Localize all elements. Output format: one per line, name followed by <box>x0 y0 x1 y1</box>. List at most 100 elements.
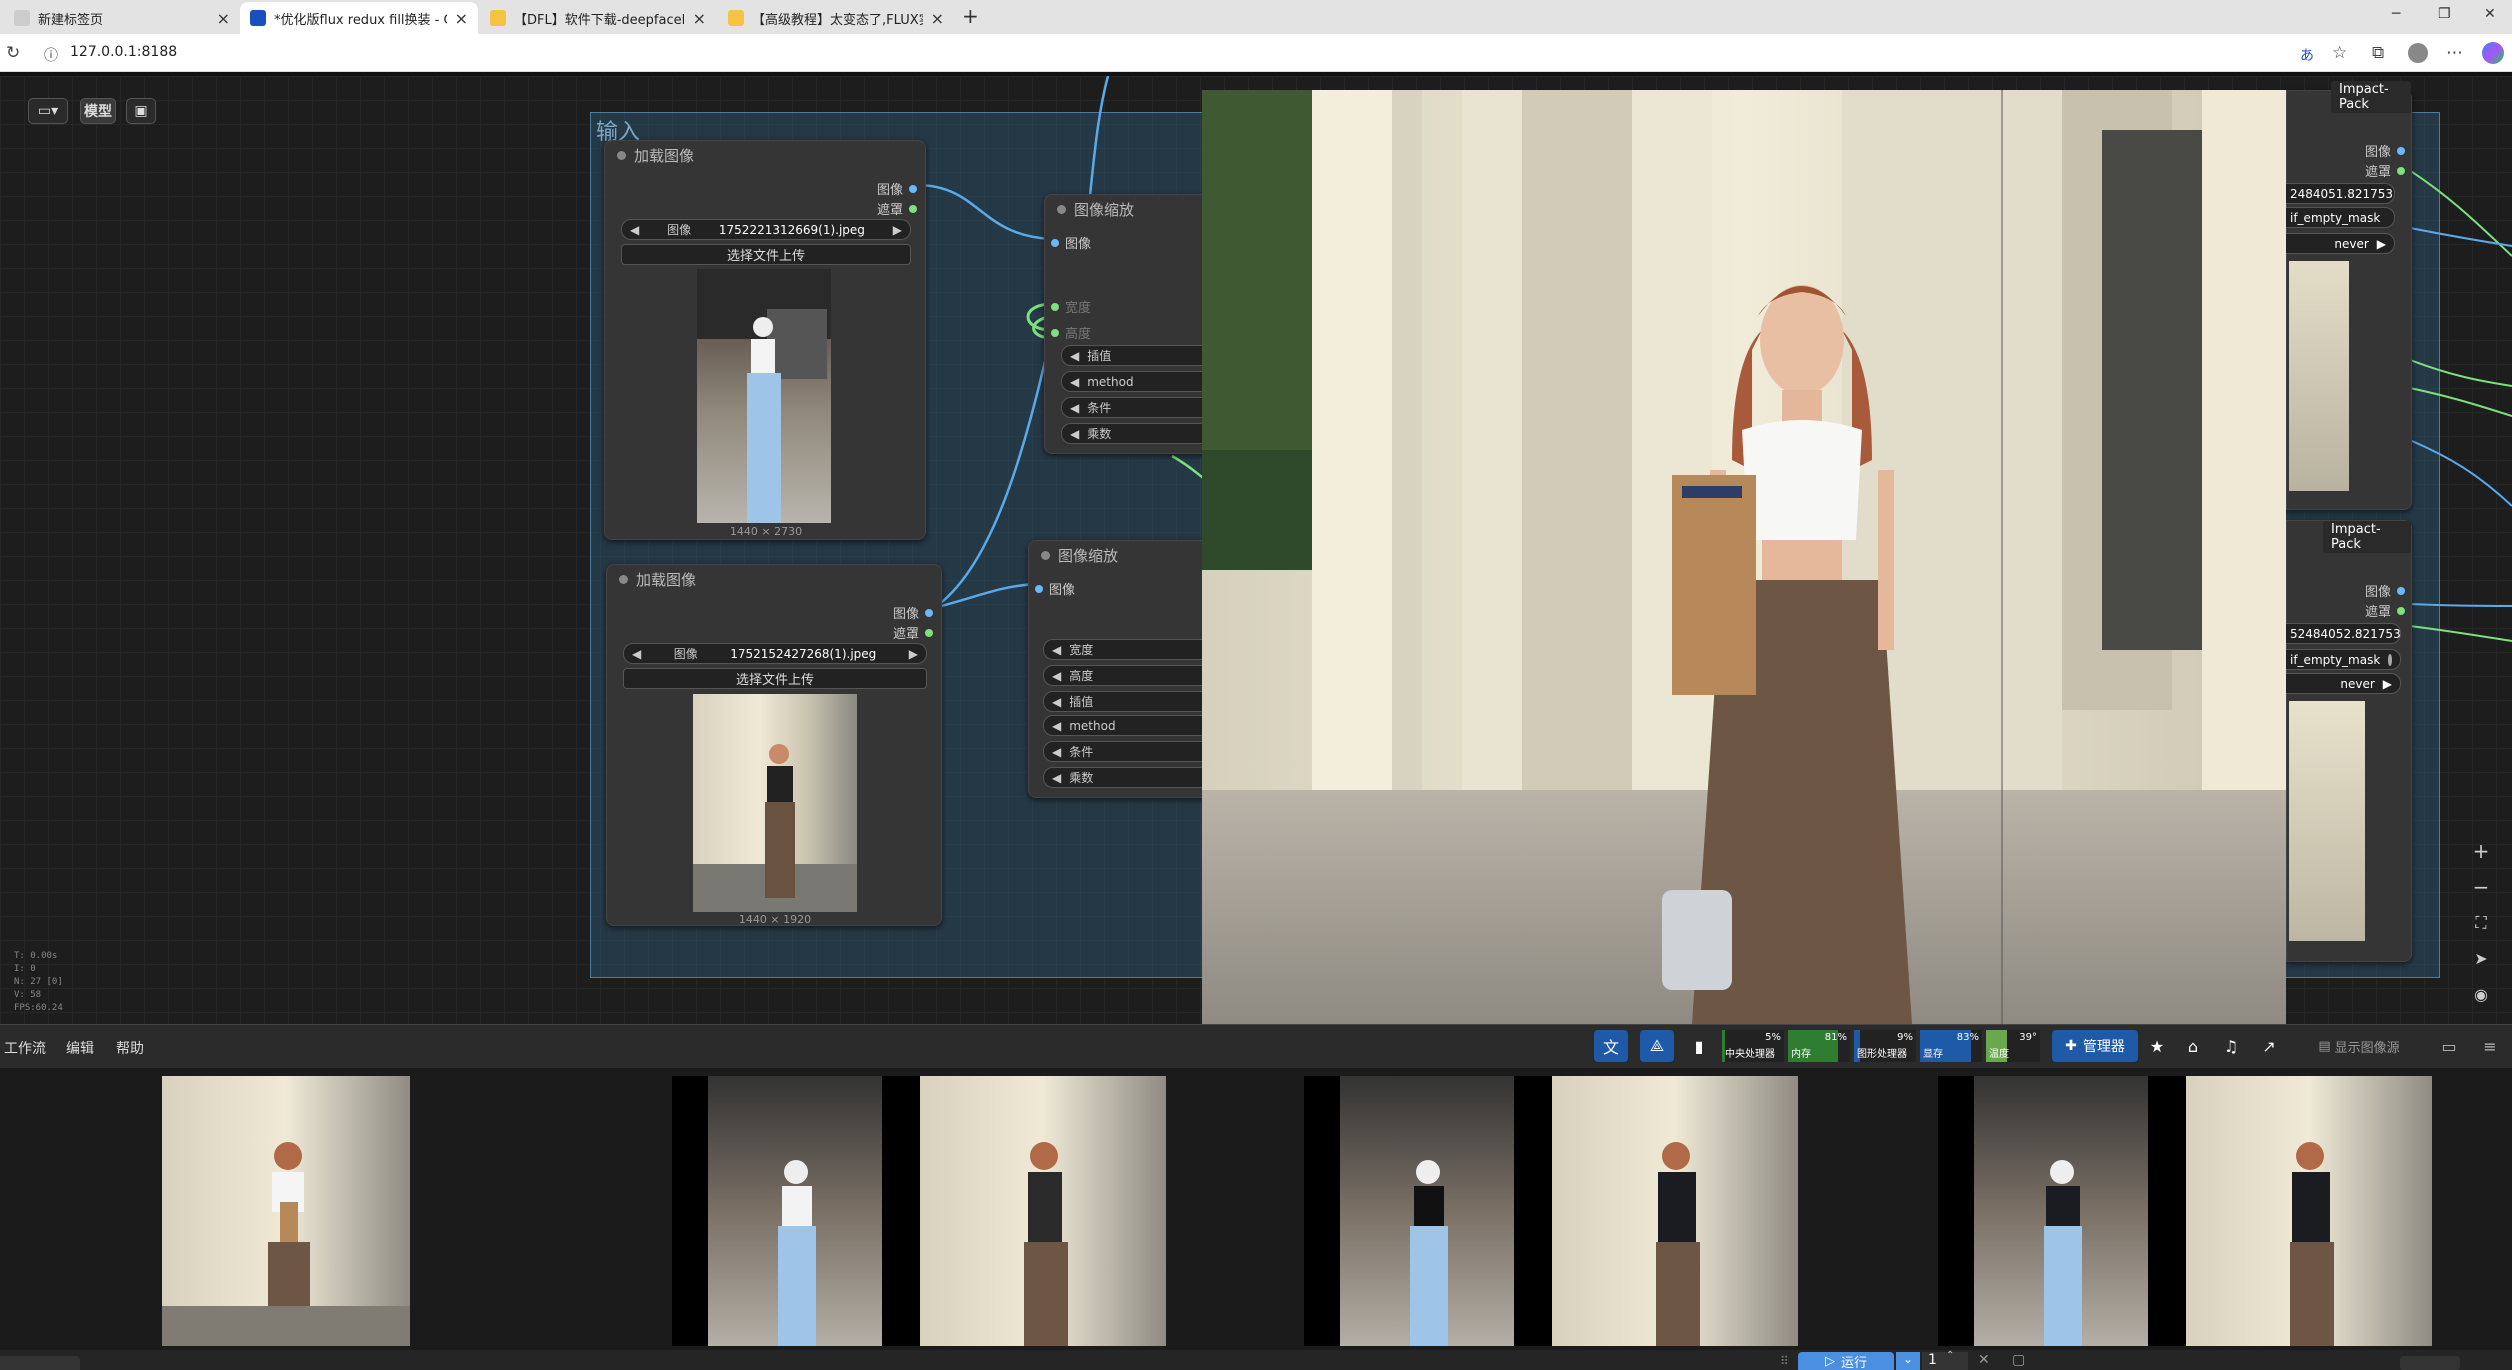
browser-tab-4[interactable]: 【高级教程】太变态了,FLUX实现 × <box>718 2 954 34</box>
input-image-port[interactable]: 图像 <box>1051 233 1091 252</box>
node-header[interactable]: 图像缩放 <box>1045 195 1223 223</box>
menu-workflow[interactable]: 工作流 <box>4 1038 46 1058</box>
output-mask-port[interactable]: 遮罩 <box>877 199 917 218</box>
arrow-right-icon[interactable]: ▶ <box>2377 237 2386 251</box>
impact-pack-node-2[interactable]: Impact-Pack 图像 遮罩 52484052.821753 if_emp… <box>2281 520 2412 962</box>
output-mask-port[interactable]: 遮罩 <box>2365 601 2405 620</box>
translate-icon[interactable]: あ <box>2300 45 2314 65</box>
site-info-icon[interactable]: ⓘ <box>44 45 58 65</box>
arrow-right-icon[interactable]: ▶ <box>893 223 902 237</box>
node-tool-button[interactable]: ⟁ <box>1640 1030 1674 1062</box>
output-image-port[interactable]: 图像 <box>893 603 933 622</box>
image-scale-node-1[interactable]: 图像缩放 图像 宽度 高度 ◀ 插值 ◀ method ◀ 条件 ◀ 乘数 <box>1044 194 1231 454</box>
pointer-mode-icon[interactable]: ➤ <box>2468 946 2494 972</box>
arrow-right-icon[interactable]: ▶ <box>2383 677 2392 691</box>
image-select-widget[interactable]: ◀ 图像 1752152427268(1).jpeg ▶ <box>623 643 927 664</box>
load-image-node-2[interactable]: 加载图像 图像 遮罩 ◀ 图像 1752152427268(1).jpeg ▶ … <box>606 564 942 926</box>
port-dot[interactable] <box>2397 606 2405 615</box>
load-image-node-1[interactable]: 加载图像 图像 遮罩 ◀ 图像 1752221312669(1).jpeg ▶ … <box>604 140 926 540</box>
collapse-dot-icon[interactable] <box>619 574 628 584</box>
port-dot[interactable] <box>909 184 917 193</box>
arrow-left-icon[interactable]: ◀ <box>1070 349 1079 363</box>
input-image-port[interactable]: 图像 <box>1035 579 1075 598</box>
manager-button[interactable]: ✚ 管理器 <box>2052 1030 2138 1062</box>
port-dot[interactable] <box>1051 302 1059 311</box>
input-width-port[interactable]: 宽度 <box>1051 297 1091 316</box>
port-dot[interactable] <box>1035 584 1043 593</box>
if-empty-mask-toggle[interactable]: if_empty_mask <box>2281 649 2401 670</box>
zoom-in-icon[interactable]: + <box>2468 838 2494 864</box>
seed-value-widget[interactable]: 52484052.821753 <box>2281 623 2401 644</box>
if-empty-mask-toggle[interactable]: if_empty_mask <box>2281 207 2395 228</box>
menu-edit[interactable]: 编辑 <box>66 1038 94 1058</box>
cancel-run-icon[interactable]: ✕ <box>1978 1352 1990 1368</box>
node-header[interactable]: 图像缩放 <box>1029 541 1223 569</box>
seed-value-widget[interactable]: 2484051.821753 <box>2281 183 2395 204</box>
port-dot[interactable] <box>1051 328 1059 337</box>
menu-help[interactable]: 帮助 <box>116 1038 144 1058</box>
port-dot[interactable] <box>1051 238 1059 247</box>
extensions-icon[interactable]: ⧉ <box>2372 43 2384 63</box>
translate-button[interactable]: 文 <box>1594 1030 1628 1062</box>
close-window-icon[interactable]: ✕ <box>2484 6 2496 22</box>
collapse-dot-icon[interactable] <box>1041 550 1050 560</box>
image-select-widget[interactable]: ◀ 图像 1752221312669(1).jpeg ▶ <box>621 219 911 240</box>
port-dot[interactable] <box>2397 166 2405 175</box>
arrow-left-icon[interactable]: ◀ <box>1052 745 1061 759</box>
tool-a-icon[interactable]: ⌂ <box>2180 1030 2206 1062</box>
output-image-port[interactable]: 图像 <box>2365 141 2405 160</box>
port-dot[interactable] <box>925 608 933 617</box>
node-header[interactable]: 加载图像 <box>607 565 941 593</box>
copilot-icon[interactable] <box>2482 42 2504 64</box>
bottom-right-handle[interactable] <box>2400 1356 2460 1370</box>
port-dot[interactable] <box>2397 586 2405 595</box>
minimize-icon[interactable]: ─ <box>2392 6 2400 22</box>
arrow-left-icon[interactable]: ◀ <box>1070 401 1079 415</box>
collapse-dot-icon[interactable] <box>1057 204 1066 214</box>
new-tab-icon[interactable]: + <box>962 4 979 28</box>
close-tab-icon[interactable]: × <box>693 9 706 28</box>
close-tab-icon[interactable]: × <box>217 9 230 28</box>
gallery-thumbnail-2[interactable] <box>672 1076 1166 1346</box>
image-scale-node-2[interactable]: 图像缩放 图像 ◀ 宽度 ◀ 高度 ◀ 插值 ◀ method ◀ 条件 ◀ 乘数 <box>1028 540 1233 798</box>
visibility-icon[interactable]: ◉ <box>2468 982 2494 1008</box>
output-image-port[interactable]: 图像 <box>2365 581 2405 600</box>
browser-tab-2[interactable]: *优化版flux redux fill换装 - Comfy × <box>240 2 478 34</box>
gallery-thumbnail-4[interactable] <box>1938 1076 2432 1346</box>
url-field[interactable]: 127.0.0.1:8188 <box>70 44 177 60</box>
arrow-left-icon[interactable]: ◀ <box>1052 669 1061 683</box>
run-button[interactable]: ▷ 运行 <box>1798 1352 1894 1370</box>
share-icon[interactable]: ↗ <box>2256 1030 2282 1062</box>
arrow-left-icon[interactable]: ◀ <box>1052 719 1061 733</box>
restore-icon[interactable]: ❐ <box>2438 6 2451 22</box>
batch-count-input[interactable]: 1 <box>1922 1352 1968 1370</box>
arrow-left-icon[interactable]: ◀ <box>1070 427 1079 441</box>
run-options-chevron-icon[interactable]: ⌄ <box>1896 1352 1920 1370</box>
mode-widget[interactable]: never ▶ <box>2281 673 2401 694</box>
reload-icon[interactable]: ↻ <box>6 43 20 63</box>
show-image-source-button[interactable]: ▤ 显示图像源 <box>2302 1030 2416 1062</box>
bottom-left-handle[interactable] <box>0 1356 80 1370</box>
port-dot[interactable] <box>925 628 933 637</box>
arrow-left-icon[interactable]: ◀ <box>1052 695 1061 709</box>
node-header[interactable]: 加载图像 <box>605 141 925 169</box>
arrow-right-icon[interactable]: ▶ <box>909 647 918 661</box>
bookmark-button[interactable]: ▮ <box>1686 1030 1712 1062</box>
gallery-thumbnail-1[interactable] <box>162 1076 410 1346</box>
toggle-knob-icon[interactable] <box>2388 653 2392 666</box>
hamburger-menu-icon[interactable]: ≡ <box>2476 1030 2504 1062</box>
browser-tab-3[interactable]: 【DFL】软件下载-deepfacelab中 × <box>480 2 716 34</box>
arrow-left-icon[interactable]: ◀ <box>1052 771 1061 785</box>
upload-button[interactable]: 选择文件上传 <box>621 244 911 265</box>
profile-avatar-icon[interactable] <box>2408 43 2428 63</box>
fit-view-icon[interactable]: ⛶ <box>2468 910 2494 936</box>
collapse-dot-icon[interactable] <box>617 150 626 160</box>
arrow-left-icon[interactable]: ◀ <box>1070 375 1079 389</box>
port-dot[interactable] <box>2397 146 2405 155</box>
favorites-star-icon[interactable]: ★ <box>2144 1030 2170 1062</box>
arrow-left-icon[interactable]: ◀ <box>632 647 641 661</box>
arrow-left-icon[interactable]: ◀ <box>1052 643 1061 657</box>
close-tab-icon[interactable]: × <box>931 9 944 28</box>
arrow-left-icon[interactable]: ◀ <box>630 223 639 237</box>
port-dot[interactable] <box>909 204 917 213</box>
